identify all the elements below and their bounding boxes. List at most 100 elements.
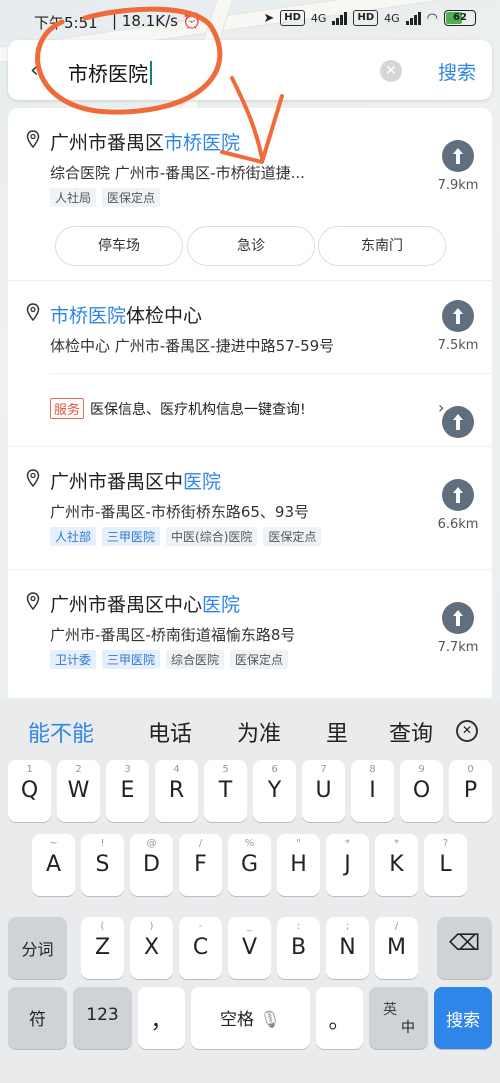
search-input[interactable]: 市桥医院 — [68, 58, 152, 87]
service-row[interactable]: 服务 医保信息、医疗机构信息一键查询! — [50, 398, 306, 419]
key-z[interactable]: (Z — [81, 917, 124, 979]
symbol-key[interactable]: 符 — [8, 987, 67, 1049]
key-hint: 3 — [124, 764, 131, 775]
key-hint: 8 — [369, 764, 376, 775]
key-hint: - — [198, 921, 203, 932]
key-label: W — [67, 778, 90, 803]
candidate-word[interactable]: 为准 — [237, 716, 281, 748]
key-r[interactable]: 4R — [155, 760, 198, 822]
key-p[interactable]: 0P — [449, 760, 492, 822]
status-bar: 下午5:51 | 18.1K/s ⏰ ➤ HD 4G HD 4G ◠ 62 — [0, 0, 500, 40]
period-key[interactable]: 。 — [316, 987, 363, 1049]
search-query-text: 市桥医院 — [68, 62, 148, 86]
key-label: T — [218, 778, 233, 803]
key-v[interactable]: _ V — [228, 917, 271, 979]
keyboard: 能不能 电话 为准 里 查询 ✕ 1Q2W3E4R5T6Y7U8I9O0P ~ A… — [0, 700, 500, 1083]
key-s[interactable]: ! S — [81, 834, 124, 896]
result-item[interactable]: 广州市番禺区中心医院 广州市-番禺区-桥南街道福愉东路8号 卫计委 三甲医院 综… — [8, 570, 492, 698]
key-i[interactable]: 8I — [351, 760, 394, 822]
tag: 医保定点 — [263, 527, 322, 546]
route-arrow-icon — [453, 148, 463, 164]
result-item[interactable]: 广州市番禺区市桥医院 综合医院 广州市-番禺区-市桥街道捷... 人社局 医保定… — [8, 108, 492, 280]
chip-parking[interactable]: 停车场 — [55, 226, 183, 266]
tag: 人社局 — [50, 188, 97, 207]
key-e[interactable]: 3E — [106, 760, 149, 822]
candidate-word[interactable]: 能不能 — [28, 716, 94, 748]
key-hint: ! — [100, 838, 105, 849]
key-hint: / — [394, 921, 399, 932]
clear-icon[interactable]: ✕ — [380, 60, 402, 82]
title-text: 广州市番禺区中心 — [50, 594, 203, 616]
route-button[interactable] — [442, 479, 474, 511]
key-a[interactable]: ~ A — [32, 834, 75, 896]
key-w[interactable]: 2W — [57, 760, 100, 822]
key-f[interactable]: / F — [179, 834, 222, 896]
key-hint: 2 — [75, 764, 82, 775]
tag: 中医(综合)医院 — [166, 527, 258, 546]
title-highlight: 医院 — [183, 471, 222, 493]
key-label: K — [389, 852, 404, 877]
backspace-key[interactable]: ⌫ — [437, 917, 492, 979]
number-key[interactable]: 123 — [73, 987, 132, 1049]
title-highlight: 医院 — [202, 594, 241, 616]
key-hint: ~ — [49, 838, 58, 849]
location-pin-icon — [26, 592, 40, 610]
divider — [8, 446, 492, 447]
chip-southeast-gate[interactable]: 东南门 — [318, 226, 446, 266]
microphone-icon[interactable]: 🎙 — [259, 1010, 281, 1030]
key-q[interactable]: 1Q — [8, 760, 51, 822]
tag: 医保定点 — [230, 650, 289, 669]
key-n[interactable]: ; N — [326, 917, 369, 979]
result-subtitle: 广州市-番禺区-桥南街道福愉东路8号 — [50, 626, 296, 644]
status-icons: ➤ HD 4G HD 4G ◠ 62 — [263, 10, 476, 26]
key-label: 搜索 — [446, 1011, 480, 1031]
key-u[interactable]: 7U — [302, 760, 345, 822]
chevron-right-icon[interactable]: › — [438, 398, 444, 417]
route-button[interactable] — [442, 140, 474, 172]
route-button[interactable] — [442, 300, 474, 332]
key-x[interactable]: ) X — [130, 917, 173, 979]
key-hint: 9 — [418, 764, 425, 775]
key-m[interactable]: / M — [375, 917, 418, 979]
language-switch-key[interactable]: 英 中 — [369, 987, 428, 1049]
key-hint: ? — [442, 838, 449, 849]
key-label: A — [45, 852, 62, 877]
search-key[interactable]: 搜索 — [434, 987, 492, 1049]
key-label: 符 — [29, 1010, 46, 1030]
key-y[interactable]: 6Y — [253, 760, 296, 822]
close-candidates-icon[interactable]: ✕ — [456, 720, 478, 742]
back-icon[interactable]: ‹ — [30, 58, 39, 83]
title-text: 广州市番禺区 — [50, 132, 165, 154]
segment-key[interactable]: 分词 — [8, 917, 67, 979]
key-hint: ) — [149, 921, 154, 932]
candidate-word[interactable]: 电话 — [148, 716, 192, 748]
key-l[interactable]: ? L — [424, 834, 467, 896]
key-d[interactable]: @ D — [130, 834, 173, 896]
search-button[interactable]: 搜索 — [438, 58, 476, 85]
key-label: U — [315, 778, 332, 803]
text-cursor — [150, 60, 152, 85]
key-hint: _ — [247, 921, 252, 932]
key-hint: 5 — [222, 764, 229, 775]
candidate-word[interactable]: 里 — [326, 716, 348, 748]
key-g[interactable]: % G — [228, 834, 271, 896]
comma-key[interactable]: ， — [138, 987, 185, 1049]
key-b[interactable]: :B — [277, 917, 320, 979]
key-label: I — [369, 778, 376, 803]
key-h[interactable]: " H — [277, 834, 320, 896]
key-t[interactable]: 5T — [204, 760, 247, 822]
candidate-word[interactable]: 查询 — [389, 716, 433, 748]
space-key[interactable]: 空格 🎙 — [191, 987, 310, 1049]
key-label: E — [120, 778, 135, 803]
route-button[interactable] — [442, 602, 474, 634]
key-k[interactable]: * K — [375, 834, 418, 896]
key-c[interactable]: -C — [179, 917, 222, 979]
key-o[interactable]: 9O — [400, 760, 443, 822]
network-label: 4G — [310, 11, 327, 25]
key-label: 。 — [328, 1009, 351, 1034]
key-j[interactable]: * J — [326, 834, 369, 896]
result-item[interactable]: 广州市番禺区中医院 广州市-番禺区-市桥街桥东路65、93号 人社部 三甲医院 … — [8, 447, 492, 569]
hd-badge-2: HD — [353, 10, 379, 26]
chip-emergency[interactable]: 急诊 — [187, 226, 315, 266]
route-arrow-icon — [453, 487, 463, 503]
